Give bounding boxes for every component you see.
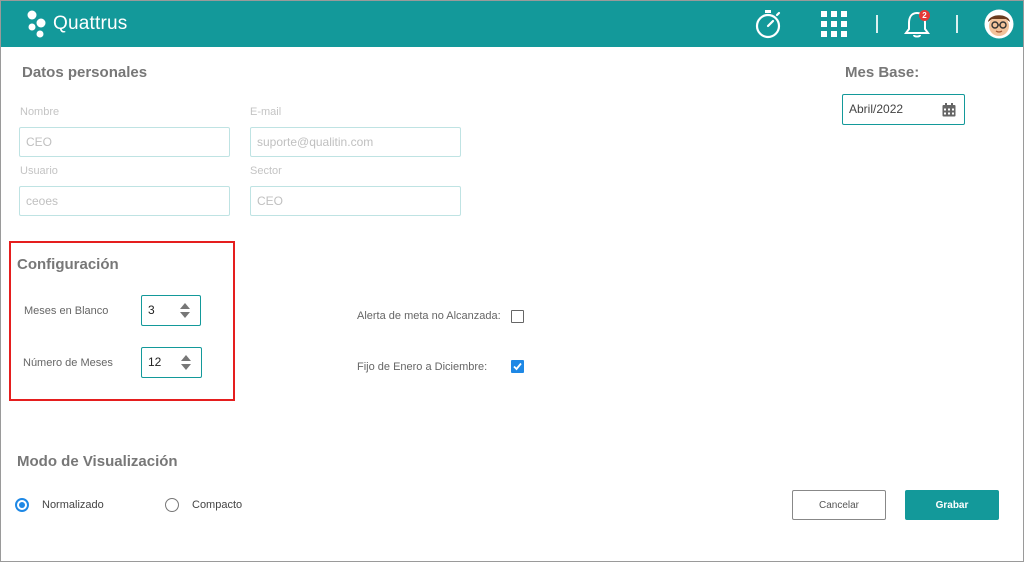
radio-normalizado-label[interactable]: Normalizado — [42, 499, 104, 511]
timer-icon[interactable] — [753, 9, 783, 39]
save-button[interactable]: Grabar — [905, 490, 999, 520]
header-separator — [876, 15, 878, 33]
notification-badge: 2 — [919, 10, 930, 21]
config-title: Configuración — [17, 256, 119, 273]
notifications-button[interactable]: 2 — [901, 9, 933, 39]
spin-arrows-icon[interactable] — [180, 302, 190, 319]
meses-blanco-label: Meses en Blanco — [24, 305, 109, 317]
nombre-label: Nombre — [20, 106, 60, 118]
numero-meses-value: 12 — [148, 355, 162, 369]
cancel-button[interactable]: Cancelar — [792, 490, 886, 520]
sector-label: Sector — [250, 165, 282, 177]
calendar-icon[interactable] — [942, 103, 956, 117]
personal-data-title: Datos personales — [22, 64, 148, 81]
avatar-icon — [984, 9, 1014, 39]
fijo-label: Fijo de Enero a Diciembre: — [357, 361, 488, 373]
email-field[interactable]: suporte@qualitin.com — [250, 127, 461, 157]
check-icon — [513, 362, 522, 371]
nombre-field[interactable]: CEO — [19, 127, 230, 157]
usuario-field[interactable]: ceoes — [19, 186, 230, 216]
alerta-checkbox[interactable] — [511, 310, 524, 323]
fijo-checkbox[interactable] — [511, 360, 524, 373]
numero-meses-stepper[interactable]: 12 — [141, 347, 202, 378]
app-name: Quattrus — [53, 13, 128, 34]
meses-blanco-value: 3 — [148, 303, 155, 317]
logo-icon — [27, 10, 46, 38]
email-label: E-mail — [250, 106, 282, 118]
mes-base-input[interactable]: Abril/2022 — [842, 94, 965, 125]
radio-normalizado[interactable] — [15, 498, 29, 512]
radio-compacto-label[interactable]: Compacto — [192, 499, 242, 511]
numero-meses-label: Número de Meses — [23, 357, 113, 369]
spin-arrows-icon[interactable] — [181, 354, 191, 371]
meses-blanco-stepper[interactable]: 3 — [141, 295, 201, 326]
radio-compacto[interactable] — [165, 498, 179, 512]
visualizacion-title: Modo de Visualización — [17, 453, 178, 470]
apps-grid-icon[interactable] — [820, 9, 848, 39]
mes-base-title: Mes Base: — [845, 64, 920, 81]
app-logo[interactable]: Quattrus — [26, 8, 127, 40]
top-bar: Quattrus 2 — [1, 1, 1023, 47]
usuario-label: Usuario — [20, 165, 58, 177]
mes-base-value: Abril/2022 — [849, 102, 904, 116]
user-avatar[interactable] — [984, 9, 1014, 39]
header-separator — [956, 15, 958, 33]
alerta-label: Alerta de meta no Alcanzada: — [357, 310, 501, 322]
sector-field[interactable]: CEO — [250, 186, 461, 216]
